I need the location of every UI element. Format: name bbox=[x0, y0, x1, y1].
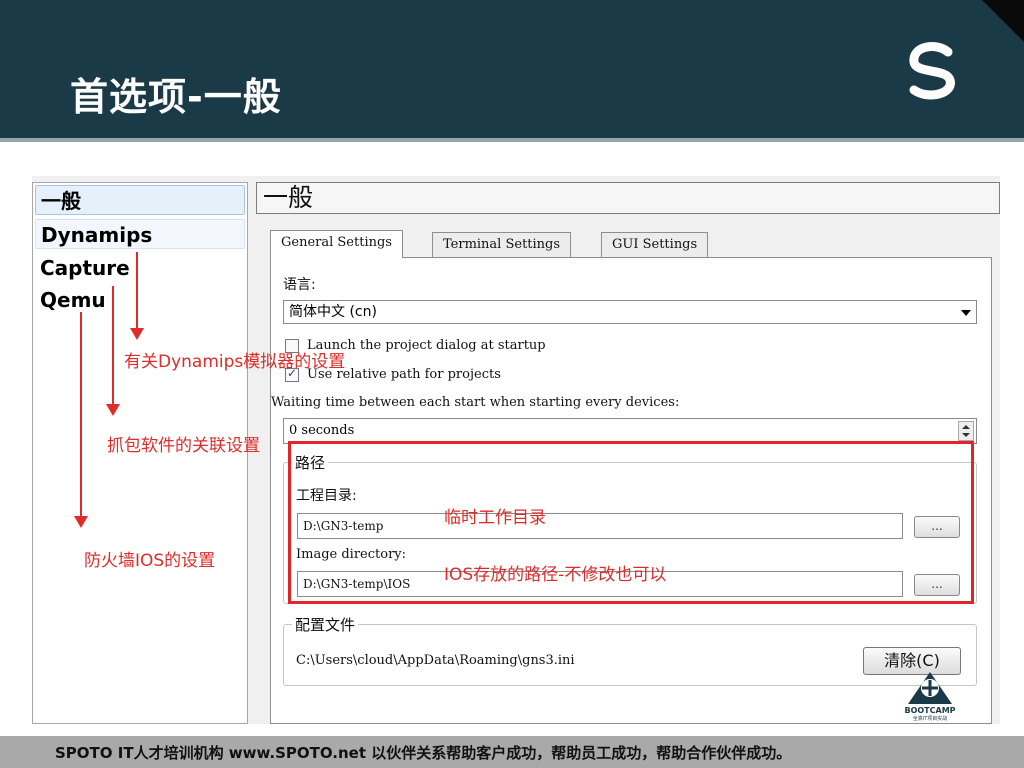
tab-gui-settings[interactable]: GUI Settings bbox=[601, 232, 709, 258]
qemu-annotation: 防火墙IOS的设置 bbox=[84, 551, 216, 571]
spin-up-icon[interactable] bbox=[962, 425, 970, 429]
bootcamp-logo-icon bbox=[908, 672, 952, 704]
slide-footer: SPOTO IT人才培训机构 www.SPOTO.net 以伙伴关系帮助客户成功… bbox=[0, 736, 1024, 768]
nav-item-qemu[interactable]: Qemu bbox=[35, 285, 245, 315]
capture-annotation-line bbox=[112, 286, 114, 404]
project-dir-annotation: 临时工作目录 bbox=[444, 508, 546, 528]
capture-arrow-icon bbox=[106, 404, 120, 416]
bootcamp-badge: BOOTCAMP 全真IT项目实战 bbox=[900, 668, 960, 724]
tab-general-settings[interactable]: General Settings bbox=[270, 230, 403, 258]
nav-item-general[interactable]: 一般 bbox=[35, 185, 245, 215]
language-value: 简体中文 (cn) bbox=[289, 304, 377, 320]
config-file-group-title: 配置文件 bbox=[292, 614, 359, 635]
language-select[interactable]: 简体中文 (cn) bbox=[283, 300, 977, 324]
chevron-down-icon bbox=[961, 310, 971, 316]
spoto-s-logo-icon bbox=[909, 42, 955, 100]
qemu-arrow-icon bbox=[74, 516, 88, 528]
bootcamp-sublabel: 全真IT项目实战 bbox=[912, 716, 948, 722]
dynamips-arrow-icon bbox=[130, 328, 144, 340]
slide-title: 首选项-一般 bbox=[70, 75, 282, 119]
language-label: 语言: bbox=[283, 277, 316, 293]
config-file-path: C:\Users\cloud\AppData\Roaming\gns3.ini bbox=[296, 653, 575, 668]
dynamips-annotation-line bbox=[136, 252, 138, 328]
dynamips-annotation: 有关Dynamips模拟器的设置 bbox=[124, 352, 346, 372]
qemu-annotation-line bbox=[80, 312, 82, 516]
header-divider bbox=[0, 138, 1024, 142]
footer-text: SPOTO IT人才培训机构 www.SPOTO.net 以伙伴关系帮助客户成功… bbox=[55, 744, 792, 762]
capture-annotation: 抓包软件的关联设置 bbox=[107, 436, 260, 456]
nav-item-capture[interactable]: Capture bbox=[35, 253, 245, 283]
spin-down-icon[interactable] bbox=[962, 433, 970, 437]
section-title: 一般 bbox=[256, 182, 1000, 214]
bootcamp-label: BOOTCAMP bbox=[904, 706, 956, 715]
waiting-time-label: Waiting time between each start when sta… bbox=[271, 395, 680, 410]
spin-buttons[interactable] bbox=[958, 421, 974, 441]
nav-item-dynamips[interactable]: Dynamips bbox=[35, 219, 245, 249]
config-file-group: 配置文件 C:\Users\cloud\AppData\Roaming\gns3… bbox=[283, 614, 977, 686]
image-dir-annotation: IOS存放的路径-不修改也可以 bbox=[444, 565, 667, 585]
tab-terminal-settings[interactable]: Terminal Settings bbox=[432, 232, 572, 258]
waiting-time-value: 0 seconds bbox=[289, 423, 355, 438]
header-corner-decoration bbox=[982, 0, 1024, 42]
